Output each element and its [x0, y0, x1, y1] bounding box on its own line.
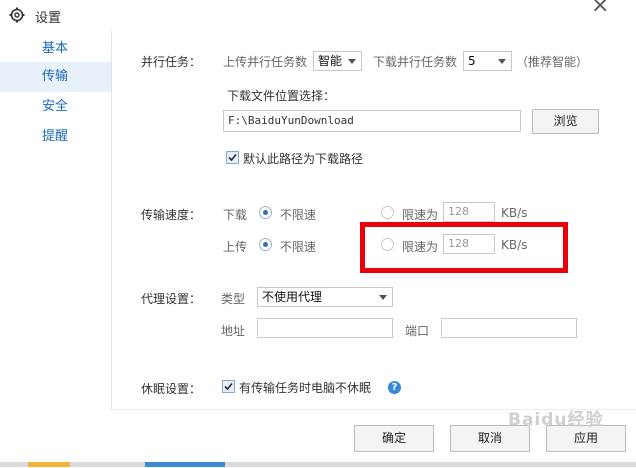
checkmark-icon — [228, 153, 237, 162]
sleep-section-label: 休眠设置： — [141, 382, 202, 396]
checkmark-icon — [224, 382, 233, 391]
download-parallel-select[interactable]: 5 — [463, 51, 512, 71]
chevron-down-icon — [379, 295, 387, 300]
window-title: 设置 — [35, 11, 62, 26]
proxy-type-label: 类型 — [221, 292, 246, 306]
download-speed-label: 下载 — [223, 208, 248, 222]
recommend-hint: （推荐智能） — [516, 55, 589, 69]
highlight-box — [360, 222, 568, 273]
ok-button[interactable]: 确定 — [354, 425, 434, 452]
taskbar-strip — [0, 462, 636, 467]
watermark-text: Baidu经验 — [508, 410, 604, 430]
close-icon[interactable]: × — [591, 0, 609, 17]
browse-button[interactable]: 浏览 — [532, 109, 599, 134]
download-parallel-value: 5 — [468, 54, 476, 68]
sidebar-item-security[interactable]: 安全 — [0, 92, 111, 122]
upload-unlimited-label: 不限速 — [280, 240, 317, 254]
proxy-address-input[interactable] — [257, 318, 393, 338]
proxy-type-value: 不使用代理 — [262, 290, 323, 304]
default-path-label: 默认此路径为下载路径 — [243, 152, 364, 166]
proxy-port-label: 端口 — [405, 324, 430, 338]
download-unlimited-radio[interactable] — [259, 206, 272, 219]
chevron-down-icon — [348, 59, 356, 64]
sidebar-item-basic[interactable]: 基本 — [0, 34, 111, 64]
upload-speed-label: 上传 — [223, 240, 248, 254]
sidebar: 基本 传输 安全 提醒 — [0, 31, 112, 451]
chevron-down-icon — [498, 59, 506, 64]
download-parallel-label: 下载并行任务数 — [373, 55, 458, 69]
default-path-checkbox[interactable] — [226, 151, 239, 164]
download-limit-label: 限速为 — [402, 208, 439, 222]
proxy-port-input[interactable] — [441, 318, 577, 338]
sidebar-item-transfer[interactable]: 传输 — [0, 62, 111, 92]
taskbar-segment — [28, 462, 70, 467]
upload-parallel-label: 上传并行任务数 — [223, 55, 308, 69]
download-limit-radio[interactable] — [381, 206, 394, 219]
no-sleep-checkbox[interactable] — [222, 380, 235, 393]
upload-parallel-value: 智能 — [318, 54, 343, 68]
proxy-section-label: 代理设置： — [141, 292, 202, 306]
download-limit-input[interactable]: 128 — [443, 202, 495, 222]
download-path-input[interactable]: F:\BaiduYunDownload — [223, 110, 521, 132]
upload-unlimited-radio[interactable] — [259, 238, 272, 251]
gear-icon — [9, 7, 25, 23]
taskbar-segment — [145, 462, 225, 467]
upload-parallel-select[interactable]: 智能 — [313, 51, 362, 71]
download-location-label: 下载文件位置选择： — [227, 89, 336, 103]
sidebar-item-reminder[interactable]: 提醒 — [0, 122, 111, 152]
download-unit-label: KB/s — [501, 206, 528, 220]
parallel-section-label: 并行任务： — [141, 55, 202, 69]
download-unlimited-label: 不限速 — [280, 208, 317, 222]
title-bar — [0, 0, 636, 31]
help-icon[interactable]: ? — [388, 381, 401, 394]
speed-section-label: 传输速度： — [141, 208, 202, 222]
no-sleep-label: 有传输任务时电脑不休眠 — [239, 381, 372, 395]
proxy-type-select[interactable]: 不使用代理 — [257, 287, 393, 307]
proxy-address-label: 地址 — [221, 324, 246, 338]
